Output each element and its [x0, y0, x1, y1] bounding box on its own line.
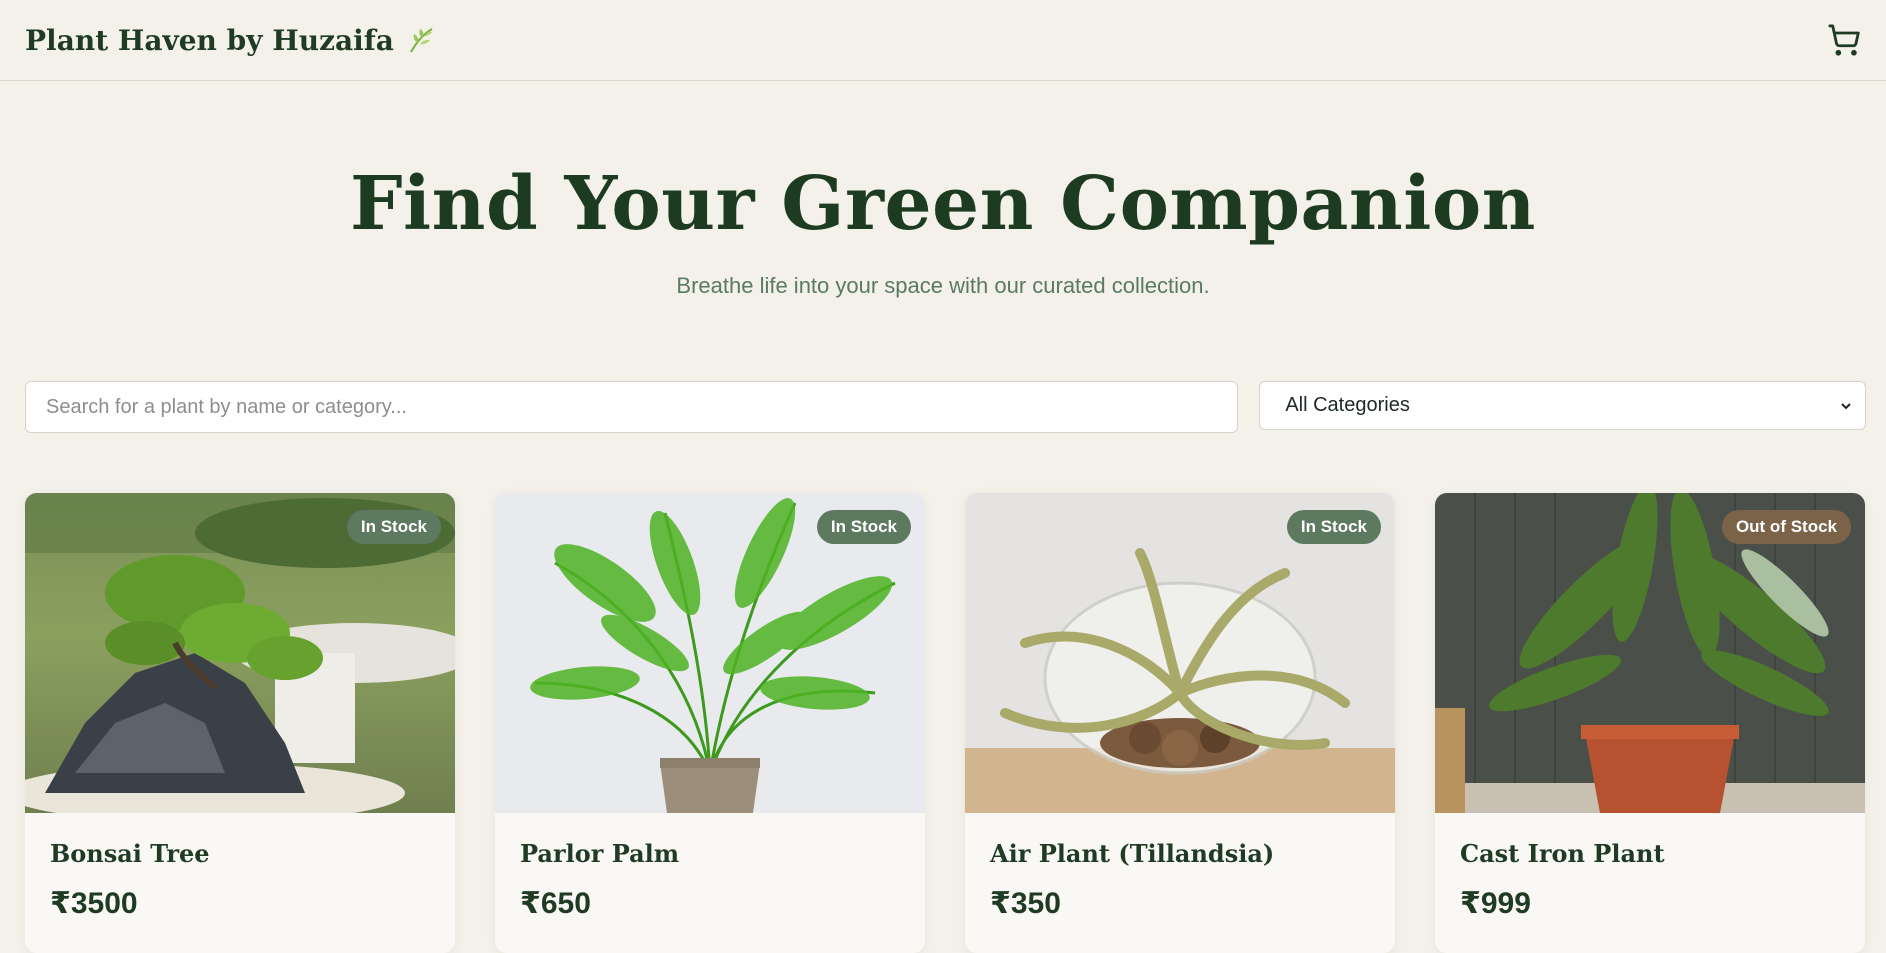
brand-name: Plant Haven by Huzaifa — [25, 23, 394, 57]
product-grid: In Stock Bonsai Tree ₹3500 In Stock Parl… — [25, 493, 1865, 953]
cart-icon[interactable] — [1827, 23, 1861, 57]
product-name: Air Plant (Tillandsia) — [990, 839, 1275, 868]
brand-logo[interactable]: Plant Haven by Huzaifa — [25, 24, 436, 57]
product-image: In Stock — [25, 493, 455, 813]
leaf-icon — [410, 28, 433, 53]
product-card[interactable]: In Stock Bonsai Tree ₹3500 — [25, 493, 455, 953]
product-image: In Stock — [965, 493, 1395, 813]
product-name: Bonsai Tree — [50, 839, 210, 868]
product-info: Parlor Palm ₹650 — [495, 813, 925, 947]
product-price: ₹650 — [520, 887, 591, 920]
product-image: Out of Stock — [1435, 493, 1865, 813]
product-card[interactable]: In Stock Air Plant (Tillandsia) ₹350 — [965, 493, 1395, 953]
hero-title: Find Your Green Companion — [350, 161, 1536, 247]
filter-bar: All Categories — [25, 381, 1866, 433]
product-info: Cast Iron Plant ₹999 — [1435, 813, 1865, 947]
search-input[interactable] — [25, 381, 1239, 433]
product-name: Cast Iron Plant — [1460, 839, 1665, 868]
chevron-down-icon — [1841, 402, 1851, 409]
category-select[interactable]: All Categories — [1259, 381, 1866, 430]
product-card[interactable]: In Stock Parlor Palm ₹650 — [495, 493, 925, 953]
product-price: ₹999 — [1460, 887, 1531, 920]
stock-badge: In Stock — [816, 510, 911, 544]
stock-badge: Out of Stock — [1721, 510, 1851, 544]
stock-badge: In Stock — [1286, 510, 1381, 544]
hero-section: Find Your Green Companion Breathe life i… — [0, 81, 1886, 299]
product-price: ₹3500 — [50, 887, 138, 920]
product-image: In Stock — [495, 493, 925, 813]
category-select-value: All Categories — [1285, 394, 1410, 416]
navbar: Plant Haven by Huzaifa — [0, 0, 1886, 81]
hero-subtitle: Breathe life into your space with our cu… — [676, 273, 1210, 298]
product-card[interactable]: Out of Stock Cast Iron Plant ₹999 — [1435, 493, 1865, 953]
product-info: Bonsai Tree ₹3500 — [25, 813, 455, 947]
product-info: Air Plant (Tillandsia) ₹350 — [965, 813, 1395, 947]
product-price: ₹350 — [990, 887, 1061, 920]
product-name: Parlor Palm — [520, 839, 680, 868]
stock-badge: In Stock — [346, 510, 441, 544]
